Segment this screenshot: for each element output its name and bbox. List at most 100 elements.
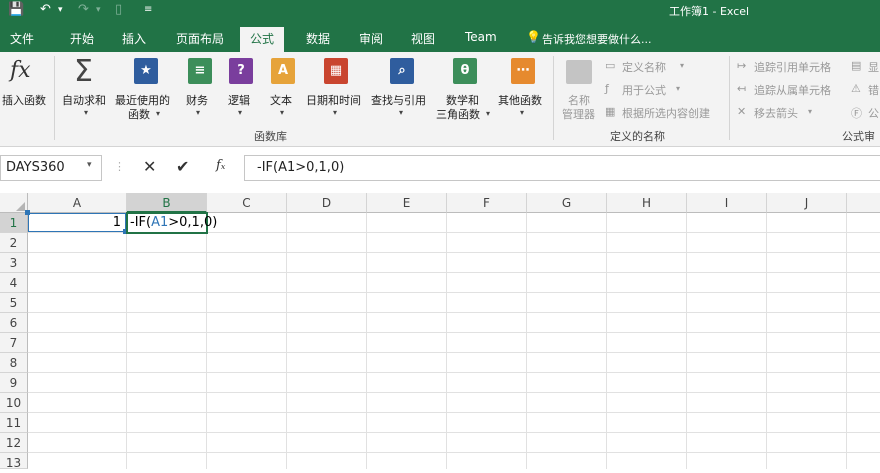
chevron-down-icon: ▾ — [486, 109, 491, 118]
row-header-4[interactable]: 4 — [0, 273, 28, 293]
formula-text: -IF(A1>0,1,0) — [257, 160, 345, 175]
redo-dropdown-icon[interactable]: ▾ — [96, 5, 101, 15]
separator — [729, 56, 730, 140]
save-icon[interactable]: 💾 — [8, 2, 24, 17]
title-bar: 💾 ↶ ▾ ↷ ▾ ▯ ≡ 工作簿1 - Excel — [0, 0, 880, 22]
row-header-13[interactable]: 13 — [0, 453, 28, 470]
define-name-button[interactable]: 定义名称 — [622, 59, 666, 75]
column-header-c[interactable]: C — [207, 193, 287, 213]
row-header-1[interactable]: 1 — [0, 213, 28, 233]
column-header-a[interactable]: A — [28, 193, 127, 213]
row-header-7[interactable]: 7 — [0, 333, 28, 353]
group-label-function-library: 函数库 — [254, 130, 287, 143]
row-header-2[interactable]: 2 — [0, 233, 28, 253]
insert-function-button[interactable]: 插入函数 — [2, 92, 46, 108]
use-in-formula-button[interactable]: 用于公式 — [622, 82, 666, 98]
separator — [553, 56, 554, 140]
column-header-j[interactable]: J — [767, 193, 847, 213]
evaluate-formula-button[interactable]: 公 — [868, 105, 879, 121]
row-header-3[interactable]: 3 — [0, 253, 28, 273]
math-trig-label2: 三角函数 — [436, 108, 480, 121]
show-formulas-icon: ▤ — [851, 59, 862, 72]
chevron-down-icon: ▾ — [280, 108, 285, 117]
tab-data[interactable]: 数据 — [306, 30, 330, 47]
error-check-icon: ⚠ — [851, 82, 861, 95]
error-checking-button[interactable]: 错 — [868, 82, 879, 98]
tab-formulas[interactable]: 公式 — [240, 27, 285, 52]
select-all-button[interactable] — [0, 193, 28, 213]
column-header-b[interactable]: B — [127, 193, 207, 213]
chevron-down-icon: ▾ — [676, 84, 681, 93]
theta-icon: θ — [453, 58, 477, 84]
ribbon-tab-bar: 文件 开始 插入 页面布局 公式 数据 审阅 视图 Team 💡 告诉我您想要做… — [0, 22, 880, 52]
name-box[interactable]: DAYS360 ▾ — [0, 155, 102, 181]
new-doc-icon[interactable]: ▯ — [115, 2, 122, 17]
column-header-g[interactable]: G — [527, 193, 607, 213]
enter-check-icon[interactable]: ✔ — [176, 157, 189, 176]
customize-icon[interactable]: ≡ — [144, 4, 152, 15]
group-label-defined-names: 定义的名称 — [610, 130, 665, 143]
tab-insert[interactable]: 插入 — [122, 30, 146, 47]
trace-dependents-icon: ↤ — [737, 82, 747, 95]
remove-arrows-button[interactable]: 移去箭头 — [754, 105, 798, 121]
row-header-12[interactable]: 12 — [0, 433, 28, 453]
drag-handle-icon[interactable]: ⋮ — [114, 160, 125, 173]
cell-a1-value: 1 — [112, 215, 121, 230]
formula-input[interactable]: -IF(A1>0,1,0) — [244, 155, 880, 181]
create-from-selection-button[interactable]: 根据所选内容创建 — [622, 105, 710, 121]
logical-button[interactable]: 逻辑 — [228, 92, 250, 108]
column-header-e[interactable]: E — [367, 193, 447, 213]
insert-function-icon[interactable]: fₓ — [216, 158, 225, 173]
select-all-triangle-icon — [16, 202, 25, 211]
trace-precedents-icon: ↦ — [737, 59, 747, 72]
column-header-f[interactable]: F — [447, 193, 527, 213]
chevron-down-icon: ▾ — [333, 108, 338, 117]
autosum-button[interactable]: 自动求和 — [62, 92, 106, 108]
star-book-icon: ★ — [134, 58, 158, 84]
datetime-button[interactable]: 日期和时间 — [306, 92, 361, 108]
formula-use-icon: ƒ — [605, 82, 609, 95]
row-header-5[interactable]: 5 — [0, 293, 28, 313]
undo-icon[interactable]: ↶ — [40, 2, 51, 17]
tell-me-box[interactable]: 告诉我您想要做什么... — [542, 31, 652, 47]
show-formulas-button[interactable]: 显 — [868, 59, 879, 75]
chevron-down-icon: ▾ — [399, 108, 404, 117]
chevron-down-icon: ▾ — [156, 109, 161, 118]
chevron-down-icon: ▾ — [520, 108, 525, 117]
financial-button[interactable]: 财务 — [186, 92, 208, 108]
column-header-i[interactable]: I — [687, 193, 767, 213]
more-functions-icon: ⋯ — [511, 58, 535, 84]
cell-a1[interactable]: 1 — [28, 213, 126, 232]
column-header-k[interactable] — [847, 193, 880, 213]
ribbon: fx 插入函数 Σ 自动求和 ▾ ★ 最近使用的 函数 ▾ ≡ 财务 ▾ ? 逻… — [0, 52, 880, 147]
cell-b1-prefix: -IF( — [130, 215, 152, 230]
tab-file[interactable]: 文件 — [10, 30, 34, 47]
separator — [54, 56, 55, 140]
tab-review[interactable]: 审阅 — [359, 30, 383, 47]
trace-dependents-button[interactable]: 追踪从属单元格 — [754, 82, 831, 98]
tab-team[interactable]: Team — [465, 30, 497, 44]
lookup-button[interactable]: 查找与引用 — [371, 92, 426, 108]
column-header-d[interactable]: D — [287, 193, 367, 213]
more-functions-button[interactable]: 其他函数 — [498, 92, 542, 108]
chevron-down-icon[interactable]: ▾ — [87, 160, 92, 170]
row-header-6[interactable]: 6 — [0, 313, 28, 333]
recent-functions-label2: 函数 — [128, 108, 150, 121]
row-header-8[interactable]: 8 — [0, 353, 28, 373]
cell-b1-reference: A1 — [151, 215, 169, 230]
chevron-down-icon: ▾ — [238, 108, 243, 117]
undo-dropdown-icon[interactable]: ▾ — [58, 5, 63, 15]
text-button[interactable]: 文本 — [270, 92, 292, 108]
cell-b1-editor[interactable]: -IF(A1>0,1,0) — [130, 215, 217, 230]
row-header-9[interactable]: 9 — [0, 373, 28, 393]
tab-view[interactable]: 视图 — [411, 30, 435, 47]
row-header-10[interactable]: 10 — [0, 393, 28, 413]
tab-page-layout[interactable]: 页面布局 — [176, 30, 224, 47]
redo-icon[interactable]: ↷ — [78, 2, 89, 17]
lookup-icon: ⌕ — [390, 58, 414, 84]
row-header-11[interactable]: 11 — [0, 413, 28, 433]
tab-home[interactable]: 开始 — [70, 30, 94, 47]
column-header-h[interactable]: H — [607, 193, 687, 213]
cancel-icon[interactable]: ✕ — [143, 157, 156, 176]
trace-precedents-button[interactable]: 追踪引用单元格 — [754, 59, 831, 75]
